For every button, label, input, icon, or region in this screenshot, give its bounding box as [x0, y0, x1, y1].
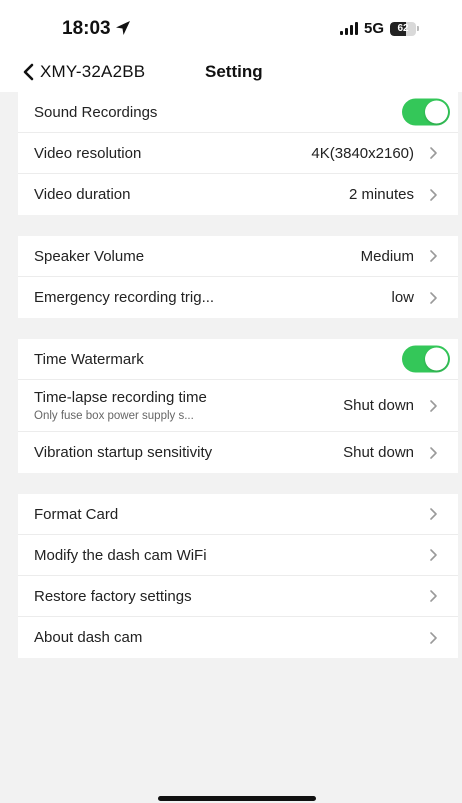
toggle-knob: [425, 100, 448, 124]
chevron-right-icon: [430, 446, 437, 459]
setting-label: About dash cam: [34, 629, 143, 646]
settings-group-audio: Speaker Volume Medium Emergency recordin…: [18, 236, 458, 318]
cellular-signal-icon: [340, 22, 358, 35]
chevron-right-icon: [430, 590, 437, 602]
chevron-right-icon: [430, 399, 437, 412]
setting-row-video-duration[interactable]: Video duration 2 minutes: [18, 174, 458, 215]
setting-row-format-card[interactable]: Format Card: [18, 494, 458, 535]
chevron-right-icon: [430, 250, 437, 262]
chevron-right-icon: [430, 631, 437, 644]
device-name: XMY-32A2BB: [40, 62, 146, 81]
setting-value: low: [391, 289, 414, 306]
status-time: 18:03: [62, 18, 111, 39]
settings-group-recording: Sound Recordings Video resolution 4K(384…: [18, 92, 458, 215]
setting-label: Video duration: [34, 186, 131, 203]
setting-row-emergency-recording[interactable]: Emergency recording trig... low: [18, 277, 458, 318]
setting-label: Format Card: [34, 505, 119, 523]
setting-label: Video resolution: [34, 144, 142, 162]
battery-cap: [417, 26, 420, 31]
setting-value: 4K(3840x2160): [311, 144, 414, 162]
network-type: 5G: [364, 20, 385, 37]
setting-label-group: Time-lapse recording time Only fuse box …: [34, 389, 343, 422]
setting-row-modify-wifi[interactable]: Modify the dash cam WiFi: [18, 535, 458, 576]
setting-label: Sound Recordings: [34, 103, 158, 121]
setting-row-speaker-volume[interactable]: Speaker Volume Medium: [18, 236, 458, 277]
location-arrow-icon: [116, 21, 130, 35]
setting-value: Shut down: [343, 444, 414, 461]
setting-value: Shut down: [343, 397, 414, 414]
setting-row-restore-factory[interactable]: Restore factory settings: [18, 576, 458, 617]
settings-list: Sound Recordings Video resolution 4K(384…: [18, 92, 458, 658]
setting-label: Vibration startup sensitivity: [34, 444, 213, 461]
home-indicator[interactable]: [158, 796, 316, 801]
status-bar: 18:03 5G 62: [0, 0, 462, 52]
setting-label: Emergency recording trig...: [34, 289, 215, 306]
setting-label: Modify the dash cam WiFi: [34, 546, 207, 564]
page-title: Setting: [205, 62, 263, 81]
setting-label: Restore factory settings: [34, 587, 192, 605]
battery-icon: 62: [390, 21, 417, 36]
chevron-right-icon: [430, 147, 437, 159]
setting-label: Speaker Volume: [34, 247, 145, 265]
toggle-knob: [425, 347, 448, 371]
setting-value: Medium: [360, 247, 414, 265]
setting-sublabel: Only fuse box power supply s...: [34, 410, 194, 422]
nav-bar: XMY-32A2BB Setting: [0, 52, 462, 92]
chevron-right-icon: [430, 508, 437, 520]
chevron-left-icon: [23, 63, 34, 81]
section-divider: [18, 318, 458, 339]
settings-group-advanced: Time Watermark Time-lapse recording time…: [18, 339, 458, 473]
section-divider: [18, 215, 458, 236]
setting-row-vibration-sensitivity[interactable]: Vibration startup sensitivity Shut down: [18, 432, 458, 473]
setting-row-sound-recordings[interactable]: Sound Recordings: [18, 92, 458, 133]
settings-group-device: Format Card Modify the dash cam WiFi Res…: [18, 494, 458, 658]
time-watermark-toggle[interactable]: [402, 345, 450, 373]
setting-row-time-watermark[interactable]: Time Watermark: [18, 339, 458, 380]
sound-recordings-toggle[interactable]: [402, 98, 450, 126]
chevron-right-icon: [430, 188, 437, 201]
back-button[interactable]: XMY-32A2BB: [22, 58, 145, 86]
setting-row-time-lapse[interactable]: Time-lapse recording time Only fuse box …: [18, 380, 458, 432]
setting-row-video-resolution[interactable]: Video resolution 4K(3840x2160): [18, 133, 458, 174]
chevron-right-icon: [430, 549, 437, 561]
battery-percent: 62: [397, 22, 409, 34]
setting-label: Time Watermark: [34, 350, 144, 368]
setting-value: 2 minutes: [348, 186, 414, 203]
chevron-right-icon: [430, 291, 437, 304]
setting-label: Time-lapse recording time: [34, 389, 207, 406]
section-divider: [18, 473, 458, 494]
status-indicators: 5G 62: [340, 20, 420, 37]
setting-row-about-dash-cam[interactable]: About dash cam: [18, 617, 458, 658]
